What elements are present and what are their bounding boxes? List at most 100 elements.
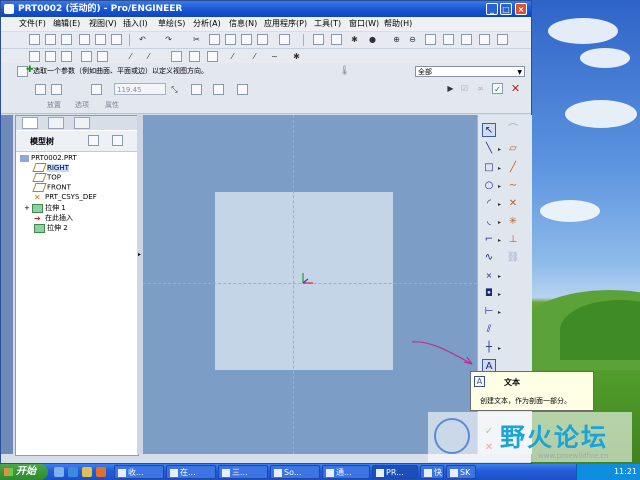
- expand-plus-icon[interactable]: +: [24, 204, 30, 212]
- menu-edit[interactable]: 编辑(E): [53, 18, 80, 30]
- open-file-icon[interactable]: [45, 34, 56, 45]
- coordinate-system-tool-icon[interactable]: ✳: [506, 215, 520, 229]
- tree-settings-icon[interactable]: [88, 135, 99, 146]
- view-manager-icon[interactable]: [497, 34, 508, 45]
- rectangle-tool-icon[interactable]: □: [482, 161, 496, 175]
- constraint-tool-icon[interactable]: ┼: [482, 341, 496, 355]
- circle-tool-icon[interactable]: ○: [482, 179, 496, 193]
- email-icon[interactable]: [95, 34, 106, 45]
- clock[interactable]: 11:21: [614, 464, 637, 480]
- send-icon[interactable]: [111, 34, 122, 45]
- menu-window[interactable]: 窗口(W): [349, 18, 379, 30]
- shading-icon[interactable]: ●: [367, 34, 378, 45]
- tree-node-front[interactable]: FRONT: [32, 183, 71, 192]
- cancel-x-icon[interactable]: ✕: [510, 83, 521, 94]
- print-icon[interactable]: [79, 34, 90, 45]
- verify-icon[interactable]: ∞: [475, 83, 486, 94]
- wireframe-icon[interactable]: [45, 51, 56, 62]
- redo-icon[interactable]: ↷: [163, 34, 174, 45]
- sketch-orient-icon[interactable]: [313, 34, 324, 45]
- line-tool-icon[interactable]: ╲: [482, 142, 496, 156]
- datum-point-tool-icon[interactable]: ✱: [291, 51, 302, 62]
- parallelogram-icon[interactable]: ▱: [506, 142, 520, 156]
- arc-tool-icon[interactable]: ◜: [482, 197, 496, 211]
- tree-show-icon[interactable]: [112, 135, 123, 146]
- fillet-tool-icon[interactable]: ◟: [482, 215, 496, 229]
- quicklaunch-player-icon[interactable]: [96, 467, 106, 477]
- hidden-line-icon[interactable]: [61, 51, 72, 62]
- menu-file[interactable]: 文件(F): [19, 18, 46, 30]
- menu-sketch[interactable]: 草绘(S): [158, 18, 185, 30]
- thicken-icon[interactable]: [213, 84, 224, 95]
- sketch-tool-icon[interactable]: ⁄: [143, 51, 154, 62]
- tree-node-extrude-1[interactable]: + 拉伸 1: [24, 203, 66, 213]
- csys-display-icon[interactable]: [171, 51, 182, 62]
- point-tool-icon[interactable]: ✕: [506, 197, 520, 211]
- layers-icon[interactable]: [479, 34, 490, 45]
- palette-tool-icon[interactable]: ⊥: [506, 233, 520, 247]
- graphics-window[interactable]: [143, 115, 477, 454]
- task-button-4[interactable]: So...: [270, 465, 320, 479]
- spline-tool-icon[interactable]: ∼: [506, 179, 520, 193]
- datum-display-icon[interactable]: [331, 34, 342, 45]
- copy-icon[interactable]: [209, 34, 220, 45]
- datum-axes-icon[interactable]: [97, 51, 108, 62]
- preview-icon[interactable]: ☑: [459, 83, 470, 94]
- tree-node-right[interactable]: RIGHT: [32, 163, 69, 172]
- solid-option-icon[interactable]: [35, 84, 46, 95]
- regenerate-icon[interactable]: [257, 34, 268, 45]
- menu-view[interactable]: 视图(V): [89, 18, 117, 30]
- undo-icon[interactable]: ↶: [137, 34, 148, 45]
- chamfer-tool-icon[interactable]: ⌐: [482, 233, 496, 247]
- task-button-7[interactable]: 快...: [420, 465, 444, 479]
- remove-material-icon[interactable]: [191, 84, 202, 95]
- model-display-icon[interactable]: [29, 51, 40, 62]
- tree-node-top[interactable]: TOP: [32, 173, 61, 182]
- task-button-1[interactable]: 收...: [114, 465, 164, 479]
- centerline-icon[interactable]: ╱: [506, 161, 520, 175]
- maximize-button[interactable]: □: [500, 3, 512, 15]
- task-button-8[interactable]: SK: [446, 465, 476, 479]
- spin-center-icon[interactable]: ✱: [349, 34, 360, 45]
- modify-link-icon[interactable]: ⛓: [506, 251, 520, 265]
- saved-views-icon[interactable]: [461, 34, 472, 45]
- datum-planes-icon[interactable]: [81, 51, 92, 62]
- tree-node-extrude-2[interactable]: 拉伸 2: [34, 223, 68, 233]
- zoom-out-icon[interactable]: ⊖: [407, 34, 418, 45]
- new-file-icon[interactable]: [29, 34, 40, 45]
- quicklaunch-folder-icon[interactable]: [82, 467, 92, 477]
- modify-tool-icon[interactable]: ⫽: [482, 323, 496, 337]
- task-button-proe[interactable]: PR...: [372, 465, 418, 479]
- datum-axis-tool-icon[interactable]: ⁄: [249, 51, 260, 62]
- menu-applications[interactable]: 应用程序(P): [264, 18, 307, 30]
- tab-favorites[interactable]: [74, 117, 90, 129]
- point-icon[interactable]: ×: [482, 269, 496, 283]
- dimension-tool-icon[interactable]: ⊢: [482, 305, 496, 319]
- depth-value-input[interactable]: 119.45: [114, 83, 166, 95]
- tree-node-part[interactable]: PRT0002.PRT: [20, 154, 77, 162]
- minimize-button[interactable]: _: [486, 3, 498, 15]
- menu-help[interactable]: 帮助(H): [384, 18, 412, 30]
- reorient-icon[interactable]: [443, 34, 454, 45]
- paste-icon[interactable]: [225, 34, 236, 45]
- collapse-arrow-icon[interactable]: ▸: [138, 251, 141, 258]
- selection-filter-select[interactable]: 全部 ▼: [415, 66, 525, 77]
- selection-box-icon[interactable]: [279, 34, 290, 45]
- start-button[interactable]: 开始: [0, 464, 48, 480]
- paste-special-icon[interactable]: [241, 34, 252, 45]
- zoom-in-icon[interactable]: ⊕: [391, 34, 402, 45]
- annotation-display-icon[interactable]: [207, 51, 218, 62]
- pause-icon[interactable]: ▶: [445, 83, 456, 94]
- flip-direction-icon[interactable]: ⤡: [169, 84, 180, 95]
- task-button-2[interactable]: 在...: [166, 465, 216, 479]
- tab-options[interactable]: 选项: [75, 100, 89, 110]
- depth-option-icon[interactable]: [91, 84, 102, 95]
- spin-center-display-icon[interactable]: [189, 51, 200, 62]
- title-bar[interactable]: PRT0002 (活动的) - Pro/ENGINEER _ □ ×: [1, 1, 531, 17]
- datum-curve-tool-icon[interactable]: ~: [269, 51, 280, 62]
- task-button-5[interactable]: 通...: [322, 465, 370, 479]
- save-icon[interactable]: [61, 34, 72, 45]
- refit-icon[interactable]: [425, 34, 436, 45]
- menu-info[interactable]: 信息(N): [229, 18, 257, 30]
- menu-tools[interactable]: 工具(T): [314, 18, 341, 30]
